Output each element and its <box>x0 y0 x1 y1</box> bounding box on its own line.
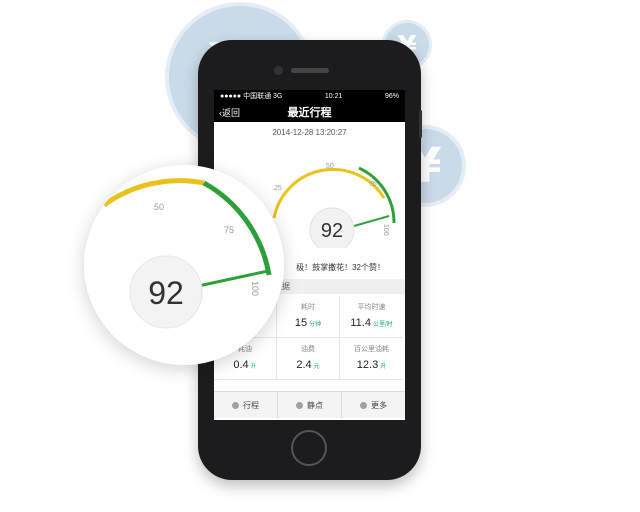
stat-value: 2.4 <box>296 359 312 371</box>
home-button[interactable] <box>291 430 327 466</box>
circle-icon <box>360 401 367 409</box>
stat-label: 油费 <box>301 346 315 353</box>
stat-unit: 升 <box>380 364 387 370</box>
gauge-tick-100: 100 <box>382 224 389 236</box>
score-value: 92 <box>321 220 343 242</box>
side-button <box>419 110 422 138</box>
stat-duration: 耗时 15 分钟 <box>277 296 340 338</box>
gauge-tick-50: 50 <box>326 163 334 170</box>
stat-avg-speed: 平均时速 11.4 公里/时 <box>340 296 403 338</box>
stat-unit: 公里/时 <box>372 322 393 328</box>
front-camera <box>274 66 283 75</box>
circle-icon <box>296 401 303 409</box>
stat-fuel-cost: 油费 2.4 元 <box>277 338 340 380</box>
stat-unit: 元 <box>313 364 320 370</box>
tab-label: 行程 <box>243 400 259 410</box>
mag-score-value: 92 <box>148 275 184 311</box>
gauge-tick-75: 75 <box>369 181 377 188</box>
magnified-gauge: 50 75 100 92 <box>102 178 272 329</box>
stat-label: 百公里油耗 <box>354 346 389 353</box>
stat-unit: 升 <box>250 364 257 370</box>
battery-level: 96% <box>384 92 399 100</box>
mag-tick-100: 100 <box>250 281 260 296</box>
stat-fuel-per-100km: 百公里油耗 12.3 升 <box>340 338 403 380</box>
stat-label: 平均时速 <box>357 304 386 311</box>
tab-label: 更多 <box>371 400 387 410</box>
gauge-tick-25: 25 <box>274 185 282 192</box>
gauge-magnifier: 50 75 100 92 <box>84 165 284 365</box>
tab-label: 静点 <box>307 400 323 410</box>
stat-value: 11.4 <box>350 317 371 329</box>
trip-datetime: 2014-12-28 13:20:27 <box>272 128 347 137</box>
carrier-label: ●●●●● 中国联通 3G <box>220 93 283 100</box>
earpiece-speaker <box>291 68 329 73</box>
stat-unit: 分钟 <box>309 322 322 328</box>
nav-bar: ‹ 返回 最近行程 <box>214 102 405 122</box>
stat-label: 耗时 <box>301 304 315 311</box>
tab-more[interactable]: 更多 <box>342 392 405 418</box>
status-bar: ●●●●● 中国联通 3G 10:21 96% <box>214 90 405 102</box>
tab-idle[interactable]: 静点 <box>278 392 342 418</box>
stat-value: 0.4 <box>233 359 249 371</box>
back-button[interactable]: ‹ 返回 <box>219 106 240 119</box>
bottom-tab-bar: 行程 静点 更多 <box>214 391 405 418</box>
mag-tick-50: 50 <box>154 202 164 212</box>
gauge-arc-green <box>358 166 396 224</box>
tab-trips[interactable]: 行程 <box>214 392 278 418</box>
mag-tick-75: 75 <box>224 225 234 235</box>
circle-icon <box>232 401 239 409</box>
stat-value: 12.3 <box>356 359 379 371</box>
clock: 10:21 <box>324 92 343 100</box>
stat-value: 15 <box>294 317 308 329</box>
page-title: 最近行程 <box>287 107 332 119</box>
back-label: 返回 <box>222 108 241 118</box>
